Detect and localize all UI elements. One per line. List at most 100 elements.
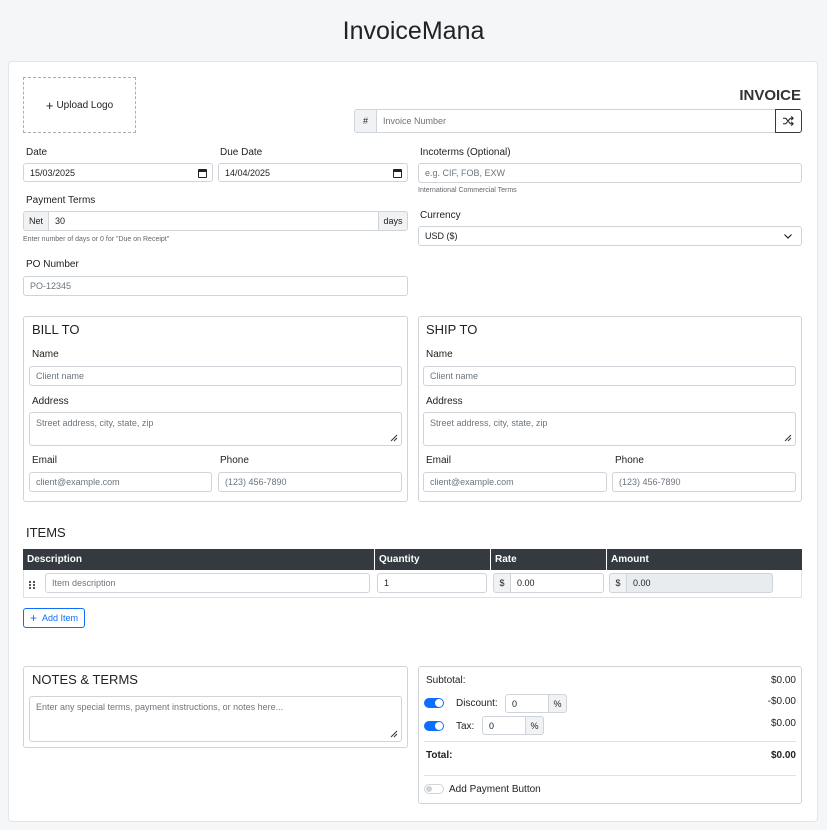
- upload-logo-button[interactable]: + Upload Logo: [23, 77, 136, 133]
- ship-to-address-placeholder: Street address, city, state, zip: [430, 418, 548, 428]
- column-header-amount: Amount: [606, 549, 802, 570]
- add-item-button[interactable]: + Add Item: [23, 608, 85, 628]
- totals-divider: [424, 741, 796, 742]
- due-date-label: Due Date: [220, 147, 263, 158]
- bill-to-phone-placeholder: (123) 456-7890: [225, 477, 287, 487]
- tax-value: 0: [489, 720, 495, 731]
- discount-unit: %: [548, 694, 567, 713]
- bill-to-name-placeholder: Client name: [36, 371, 85, 381]
- discount-label: Discount:: [456, 698, 498, 709]
- discount-amount: -$0.00: [767, 696, 796, 707]
- item-amount-field: 0.00: [626, 573, 773, 593]
- date-value: 15/03/2025: [30, 167, 76, 178]
- item-rate-prefix: $: [493, 573, 511, 593]
- payment-terms-prefix: Net: [23, 211, 49, 231]
- payment-terms-input[interactable]: 30: [48, 211, 379, 231]
- chevron-down-icon: [784, 234, 792, 239]
- bill-to-email-label: Email: [32, 455, 58, 466]
- bill-to-name-input[interactable]: Client name: [29, 366, 402, 386]
- payment-button-toggle[interactable]: [424, 784, 444, 794]
- ship-to-phone-placeholder: (123) 456-7890: [619, 477, 681, 487]
- tax-label: Tax:: [456, 721, 475, 732]
- payment-terms-value: 30: [55, 216, 66, 226]
- add-item-label: Add Item: [41, 613, 79, 623]
- column-header-description: Description: [23, 549, 374, 570]
- total-label: Total:: [426, 750, 453, 761]
- ship-to-phone-label: Phone: [615, 455, 644, 466]
- item-description-placeholder: Item description: [52, 578, 116, 588]
- shuffle-icon: [783, 116, 794, 126]
- subtotal-value: $0.00: [770, 675, 796, 686]
- item-rate-input[interactable]: 0.00: [510, 573, 604, 593]
- item-rate-value: 0.00: [517, 578, 535, 588]
- payment-divider: [424, 775, 796, 776]
- subtotal-label: Subtotal:: [426, 675, 466, 686]
- upload-logo-label: Upload Logo: [56, 99, 114, 111]
- invoice-number-input[interactable]: Invoice Number: [376, 109, 776, 133]
- payment-terms-suffix: days: [378, 211, 408, 231]
- total-value: $0.00: [770, 750, 796, 761]
- discount-value: 0: [512, 698, 518, 709]
- date-input[interactable]: 15/03/2025: [23, 163, 213, 182]
- ship-to-email-input[interactable]: client@example.com: [423, 472, 607, 492]
- discount-input[interactable]: 0: [505, 694, 549, 713]
- invoice-number-prefix: #: [354, 109, 377, 133]
- currency-label: Currency: [420, 210, 461, 221]
- calendar-icon[interactable]: [393, 169, 402, 178]
- discount-toggle[interactable]: [424, 698, 444, 708]
- incoterms-input[interactable]: e.g. CIF, FOB, EXW: [418, 163, 802, 183]
- incoterms-label: Incoterms (Optional): [420, 147, 511, 158]
- bill-to-address-textarea[interactable]: Street address, city, state, zip: [29, 412, 402, 446]
- items-title: ITEMS: [26, 525, 66, 540]
- bill-to-address-placeholder: Street address, city, state, zip: [36, 418, 154, 428]
- item-amount-value: 0.00: [633, 578, 651, 588]
- tax-toggle[interactable]: [424, 721, 444, 731]
- tax-unit: %: [525, 716, 544, 735]
- drag-handle-icon[interactable]: [28, 577, 36, 595]
- bill-to-email-input[interactable]: client@example.com: [29, 472, 212, 492]
- bill-to-phone-input[interactable]: (123) 456-7890: [218, 472, 402, 492]
- item-quantity-input[interactable]: 1: [377, 573, 487, 593]
- ship-to-name-input[interactable]: Client name: [423, 366, 796, 386]
- incoterms-placeholder: e.g. CIF, FOB, EXW: [425, 168, 506, 178]
- due-date-value: 14/04/2025: [225, 167, 271, 178]
- ship-to-name-label: Name: [426, 349, 453, 360]
- invoice-heading: INVOICE: [739, 87, 801, 104]
- payment-button-label: Add Payment Button: [449, 784, 541, 795]
- ship-to-title: SHIP TO: [426, 322, 478, 337]
- generate-number-button[interactable]: [775, 109, 802, 133]
- incoterms-hint: International Commercial Terms: [418, 187, 517, 194]
- resize-handle-icon[interactable]: [390, 730, 398, 738]
- app-title: InvoiceMana: [342, 17, 485, 45]
- column-header-quantity: Quantity: [374, 549, 490, 570]
- plus-icon: +: [29, 611, 37, 625]
- ship-to-email-label: Email: [426, 455, 452, 466]
- calendar-icon[interactable]: [198, 169, 207, 178]
- po-number-input[interactable]: PO-12345: [23, 276, 408, 296]
- ship-to-phone-input[interactable]: (123) 456-7890: [612, 472, 796, 492]
- currency-select[interactable]: USD ($): [418, 226, 802, 246]
- plus-icon: +: [45, 97, 54, 113]
- notes-placeholder: Enter any special terms, payment instruc…: [36, 702, 284, 712]
- due-date-input[interactable]: 14/04/2025: [218, 163, 408, 182]
- notes-textarea[interactable]: Enter any special terms, payment instruc…: [29, 696, 402, 742]
- date-label: Date: [26, 147, 48, 158]
- column-header-rate: Rate: [490, 549, 606, 570]
- tax-input[interactable]: 0: [482, 716, 526, 735]
- ship-to-address-label: Address: [426, 396, 463, 407]
- po-number-placeholder: PO-12345: [30, 281, 72, 291]
- ship-to-email-placeholder: client@example.com: [430, 477, 514, 487]
- resize-handle-icon[interactable]: [784, 434, 792, 442]
- payment-terms-hint: Enter number of days or 0 for "Due on Re…: [23, 236, 170, 243]
- ship-to-name-placeholder: Client name: [430, 371, 479, 381]
- resize-handle-icon[interactable]: [390, 434, 398, 442]
- po-number-label: PO Number: [26, 259, 79, 270]
- item-quantity-value: 1: [384, 578, 390, 588]
- ship-to-address-textarea[interactable]: Street address, city, state, zip: [423, 412, 796, 446]
- bill-to-title: BILL TO: [32, 322, 80, 337]
- item-description-input[interactable]: Item description: [45, 573, 370, 593]
- currency-value: USD ($): [425, 231, 458, 241]
- notes-title: NOTES & TERMS: [32, 672, 138, 687]
- bill-to-phone-label: Phone: [220, 455, 249, 466]
- item-amount-prefix: $: [609, 573, 627, 593]
